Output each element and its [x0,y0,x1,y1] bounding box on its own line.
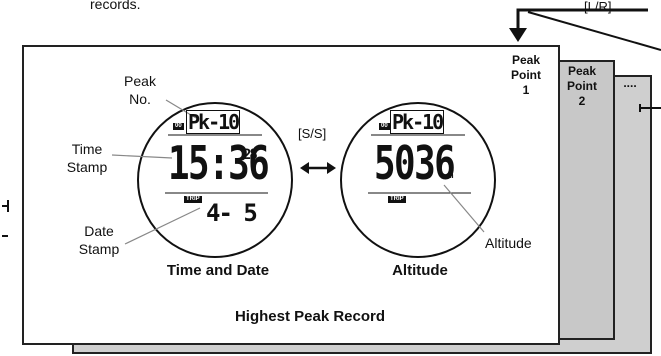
time-and-date-caption: Time and Date [166,262,270,279]
left-trip-tag: TRIP [184,196,202,203]
left-date: 4- 5 [206,199,258,227]
altitude-callout-label: Altitude [485,235,532,251]
lr-arrow-head [509,28,527,42]
right-index-tag: 00 [379,123,390,130]
right-altitude-unit: m [448,171,454,181]
right-trip-tag: TRIP [388,196,406,203]
lr-diagonal-line [527,11,661,51]
left-time-seconds: 28 [243,147,258,163]
ss-button-label: [S/S] [298,126,327,141]
peak-no-label: Peak No. [116,72,164,108]
peak-no-line-2: No. [129,91,151,107]
ss-arrow-right-head [327,162,336,174]
lr-button-label: [L/R] [584,0,612,14]
time-stamp-line-1: Time [71,141,103,157]
highest-peak-record-caption: Highest Peak Record [234,308,386,325]
date-stamp-line-1: Date [84,223,114,239]
ss-arrow-left-head [300,162,309,174]
time-stamp-line-2: Stamp [66,159,108,175]
left-peak-code: Pk-10 [186,110,240,134]
connector-lines [2,8,661,258]
altitude-caption: Altitude [392,262,448,279]
peak-no-line-1: Peak [124,73,156,89]
date-stamp-line-2: Stamp [78,241,120,257]
left-index-tag: 00 [173,123,184,130]
right-altitude-value: 5036 [374,136,456,190]
time-stamp-label: Time Stamp [60,140,114,176]
date-stamp-label: Date Stamp [72,222,126,258]
right-peak-code: Pk-10 [390,110,444,134]
